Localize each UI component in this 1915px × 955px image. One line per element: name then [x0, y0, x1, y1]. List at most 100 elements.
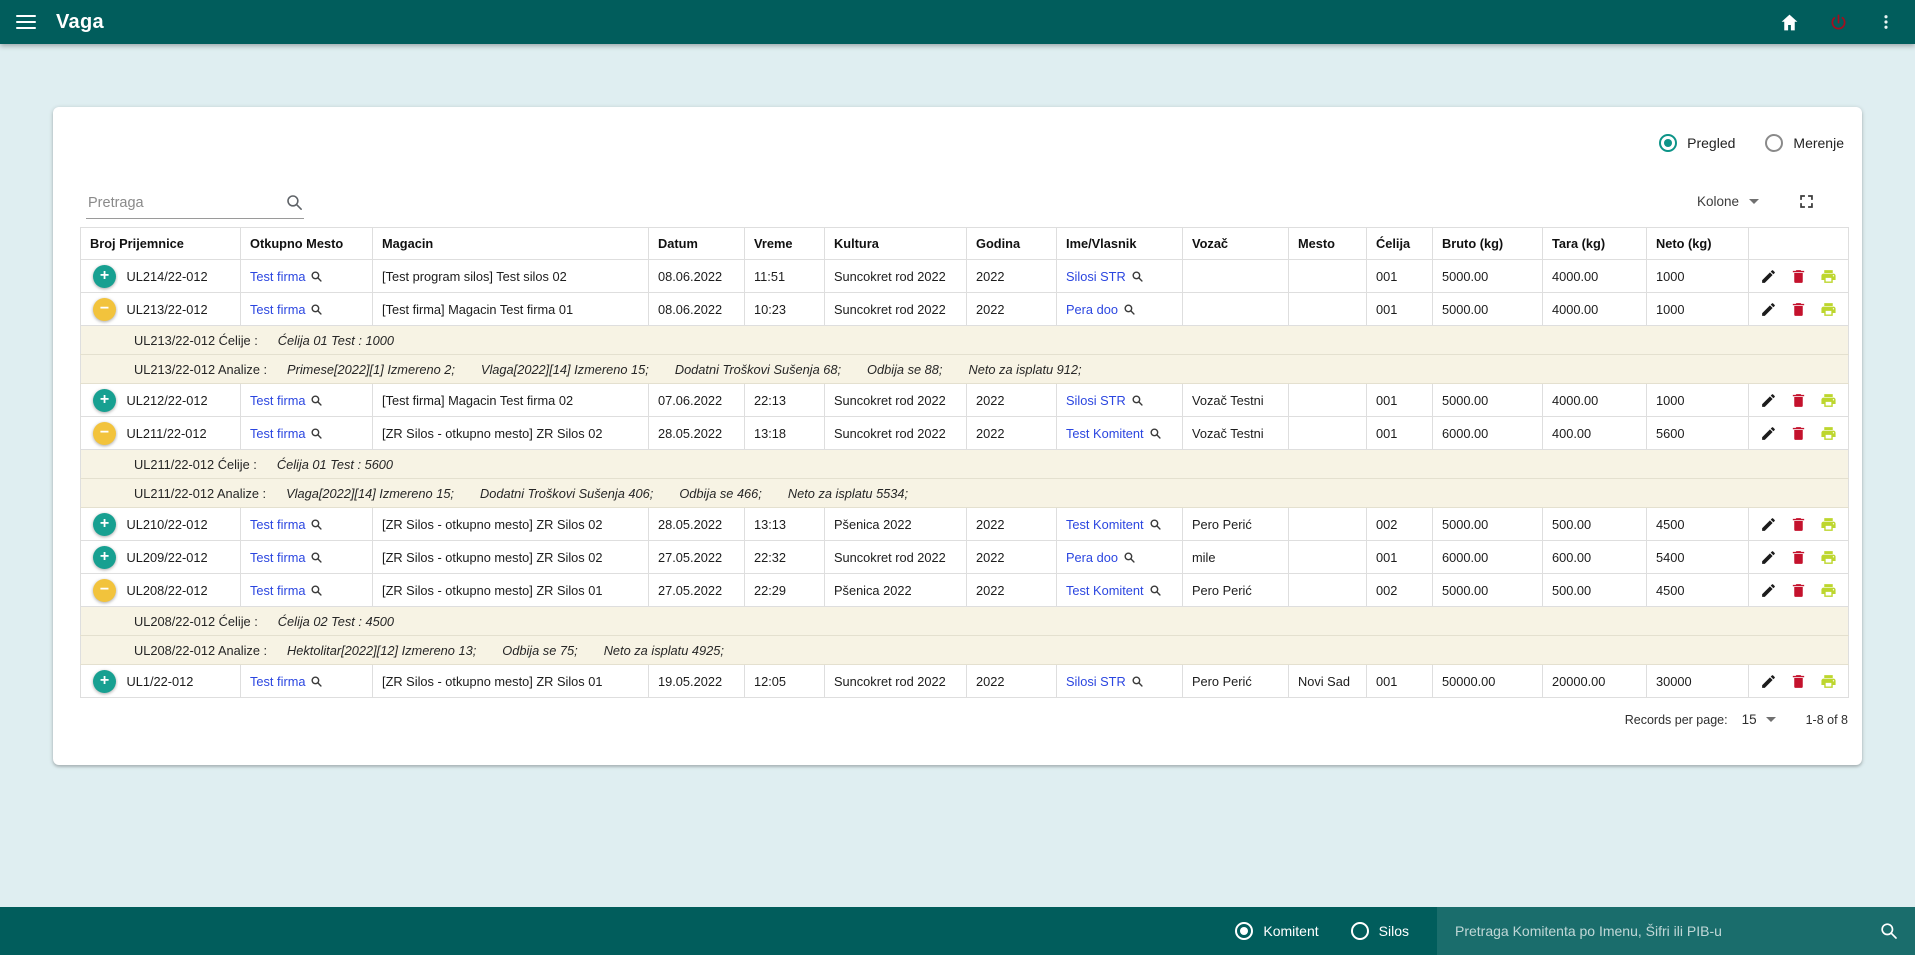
delete-button[interactable]	[1790, 549, 1807, 566]
table-header-row: Broj PrijemniceOtkupno MestoMagacinDatum…	[81, 228, 1849, 260]
delete-button[interactable]	[1790, 392, 1807, 409]
otkupno-mesto-link[interactable]: Test firma	[250, 302, 323, 317]
cell-actions	[1749, 260, 1849, 293]
otkupno-mesto-link[interactable]: Test firma	[250, 583, 323, 598]
edit-button[interactable]	[1760, 549, 1777, 566]
komitent-search-input[interactable]	[1453, 922, 1879, 940]
otkupno-mesto-link[interactable]: Test firma	[250, 517, 323, 532]
delete-button[interactable]	[1790, 673, 1807, 690]
table-row: + UL214/22-012 Test firma [Test program …	[81, 260, 1849, 293]
ime-vlasnik-link[interactable]: Pera doo	[1066, 550, 1136, 565]
cell-vreme: 10:23	[745, 293, 825, 326]
edit-icon	[1760, 425, 1777, 442]
expand-row-button[interactable]: +	[93, 513, 116, 536]
search-input[interactable]	[86, 194, 285, 212]
home-button[interactable]	[1779, 12, 1800, 33]
otkupno-mesto-link[interactable]: Test firma	[250, 550, 323, 565]
radio-pregled[interactable]: Pregled	[1659, 134, 1735, 152]
expand-row-button[interactable]: −	[93, 422, 116, 445]
otkupno-mesto-link[interactable]: Test firma	[250, 426, 323, 441]
expand-symbol: +	[100, 268, 109, 284]
print-button[interactable]	[1820, 673, 1837, 690]
cell-bruto: 5000.00	[1433, 293, 1543, 326]
detail-segment: Ćelija 01 Test : 1000	[278, 333, 394, 348]
print-button[interactable]	[1820, 549, 1837, 566]
expand-row-button[interactable]: +	[93, 265, 116, 288]
radio-komitent-label: Komitent	[1263, 923, 1318, 939]
print-button[interactable]	[1820, 268, 1837, 285]
radio-komitent[interactable]: Komitent	[1235, 922, 1318, 940]
column-header: Vozač	[1183, 228, 1289, 260]
print-button[interactable]	[1820, 301, 1837, 318]
table-detail-row: UL213/22-012 Analize :Primese[2022][1] I…	[81, 355, 1849, 384]
fullscreen-button[interactable]	[1797, 192, 1816, 211]
menu-icon[interactable]	[16, 15, 36, 29]
cell-actions	[1749, 574, 1849, 607]
otkupno-mesto-link[interactable]: Test firma	[250, 269, 323, 284]
columns-dropdown[interactable]: Kolone	[1691, 193, 1765, 210]
ime-vlasnik-link[interactable]: Silosi STR	[1066, 674, 1144, 689]
cell-bruto: 6000.00	[1433, 541, 1543, 574]
cell-celija: 001	[1367, 260, 1433, 293]
cell-broj-prijemnice: UL208/22-012	[118, 574, 241, 607]
delete-button[interactable]	[1790, 516, 1807, 533]
expand-row-button[interactable]: +	[93, 546, 116, 569]
cell-vreme: 22:32	[745, 541, 825, 574]
expand-row-button[interactable]: +	[93, 389, 116, 412]
ime-vlasnik-link[interactable]: Silosi STR	[1066, 393, 1144, 408]
table-body: + UL214/22-012 Test firma [Test program …	[81, 260, 1849, 698]
radio-merenje[interactable]: Merenje	[1765, 134, 1844, 152]
ime-vlasnik-link[interactable]: Test Komitent	[1066, 517, 1162, 532]
cell-vreme: 13:13	[745, 508, 825, 541]
print-icon	[1820, 392, 1837, 409]
expand-row-button[interactable]: −	[93, 298, 116, 321]
expand-row-button[interactable]: +	[93, 670, 116, 693]
edit-button[interactable]	[1760, 425, 1777, 442]
expand-row-button[interactable]: −	[93, 579, 116, 602]
detail-segment: Primese[2022][1] Izmereno 2;	[287, 362, 455, 377]
magnifier-icon	[310, 394, 323, 407]
delete-button[interactable]	[1790, 268, 1807, 285]
cell-otkupno-mesto: Test firma	[241, 574, 373, 607]
power-button[interactable]	[1828, 12, 1849, 33]
cell-tara: 20000.00	[1543, 665, 1647, 698]
delete-button[interactable]	[1790, 582, 1807, 599]
app-bar: Vaga	[0, 0, 1915, 44]
app-title: Vaga	[56, 11, 104, 34]
delete-button[interactable]	[1790, 425, 1807, 442]
edit-button[interactable]	[1760, 582, 1777, 599]
detail-segment: Odbija se 75;	[502, 643, 577, 658]
print-icon	[1820, 301, 1837, 318]
otkupno-mesto-link[interactable]: Test firma	[250, 393, 323, 408]
cell-magacin: [Test firma] Magacin Test firma 01	[373, 293, 649, 326]
table-detail-row: UL208/22-012 Ćelije :Ćelija 02 Test : 45…	[81, 607, 1849, 636]
cell-otkupno-mesto: Test firma	[241, 541, 373, 574]
print-button[interactable]	[1820, 516, 1837, 533]
records-per-page-select[interactable]: 15	[1742, 712, 1776, 727]
ime-vlasnik-link[interactable]: Pera doo	[1066, 302, 1136, 317]
delete-button[interactable]	[1790, 301, 1807, 318]
otkupno-mesto-link[interactable]: Test firma	[250, 674, 323, 689]
print-button[interactable]	[1820, 425, 1837, 442]
table-detail-row: UL211/22-012 Ćelije :Ćelija 01 Test : 56…	[81, 450, 1849, 479]
edit-button[interactable]	[1760, 392, 1777, 409]
cell-mesto	[1289, 508, 1367, 541]
print-button[interactable]	[1820, 582, 1837, 599]
edit-button[interactable]	[1760, 516, 1777, 533]
edit-button[interactable]	[1760, 268, 1777, 285]
expand-cell: −	[81, 293, 118, 326]
detail-label: UL213/22-012 Ćelije :	[134, 333, 258, 348]
edit-button[interactable]	[1760, 301, 1777, 318]
ime-vlasnik-link[interactable]: Test Komitent	[1066, 426, 1162, 441]
cell-neto: 4500	[1647, 574, 1749, 607]
edit-button[interactable]	[1760, 673, 1777, 690]
ime-vlasnik-link[interactable]: Test Komitent	[1066, 583, 1162, 598]
radio-silos[interactable]: Silos	[1351, 922, 1409, 940]
cell-kultura: Suncokret rod 2022	[825, 417, 967, 450]
view-toggle-group: Pregled Merenje	[80, 125, 1848, 161]
more-options-button[interactable]	[1877, 12, 1895, 32]
ime-vlasnik-link[interactable]: Silosi STR	[1066, 269, 1144, 284]
print-button[interactable]	[1820, 392, 1837, 409]
cell-ime-vlasnik: Pera doo	[1057, 293, 1183, 326]
magnifier-icon	[1149, 584, 1162, 597]
